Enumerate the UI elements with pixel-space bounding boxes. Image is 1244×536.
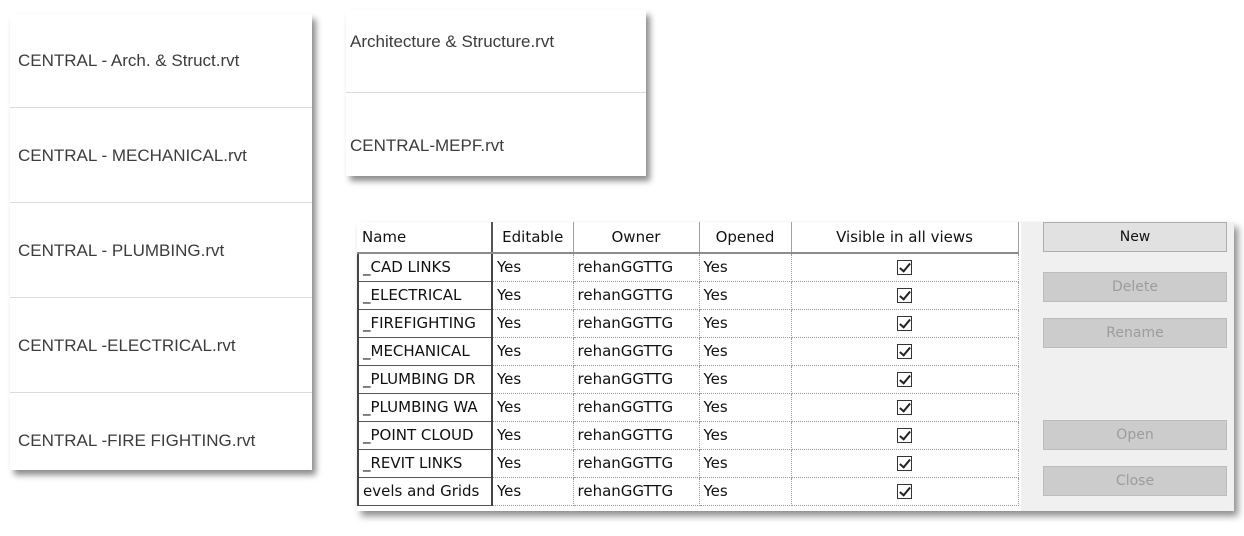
file-item[interactable]: CENTRAL -ELECTRICAL.rvt bbox=[10, 299, 312, 393]
visible-checkbox[interactable] bbox=[897, 344, 912, 359]
table-row[interactable]: _CAD LINKS Yes rehanGGTTG Yes bbox=[357, 252, 1019, 282]
opened-cell[interactable]: Yes bbox=[699, 449, 792, 478]
table-row[interactable]: evels and Grids Yes rehanGGTTG Yes bbox=[357, 476, 1019, 506]
worksets-dialog: Name Editable Owner Opened Visible in al… bbox=[357, 222, 1234, 511]
table-header-row: Name Editable Owner Opened Visible in al… bbox=[358, 222, 1019, 254]
table-row[interactable]: _PLUMBING WA Yes rehanGGTTG Yes bbox=[357, 392, 1019, 422]
table-row[interactable]: _REVIT LINKS Yes rehanGGTTG Yes bbox=[357, 448, 1019, 478]
visible-checkbox[interactable] bbox=[897, 260, 912, 276]
owner-cell[interactable]: rehanGGTTG bbox=[573, 281, 700, 310]
visible-checkbox[interactable] bbox=[897, 400, 912, 415]
owner-cell[interactable]: rehanGGTTG bbox=[573, 393, 700, 422]
table-row[interactable]: _FIREFIGHTING Yes rehanGGTTG Yes bbox=[357, 308, 1019, 338]
opened-cell[interactable]: Yes bbox=[699, 253, 792, 282]
opened-cell[interactable]: Yes bbox=[699, 365, 792, 394]
column-header-name[interactable]: Name bbox=[358, 222, 493, 254]
editable-cell[interactable]: Yes bbox=[492, 421, 574, 450]
workset-name-cell[interactable]: _PLUMBING WA bbox=[357, 392, 493, 422]
delete-button[interactable]: Delete bbox=[1043, 272, 1227, 302]
visible-cell bbox=[791, 393, 1019, 422]
workset-name-cell[interactable]: _ELECTRICAL bbox=[357, 280, 493, 310]
owner-cell[interactable]: rehanGGTTG bbox=[573, 421, 700, 450]
owner-cell[interactable]: rehanGGTTG bbox=[573, 365, 700, 394]
workset-name-cell[interactable]: evels and Grids bbox=[357, 476, 493, 506]
opened-cell[interactable]: Yes bbox=[699, 281, 792, 310]
editable-cell[interactable]: Yes bbox=[492, 337, 574, 366]
editable-cell[interactable]: Yes bbox=[492, 449, 574, 478]
visible-checkbox[interactable] bbox=[897, 372, 912, 387]
workset-name-cell[interactable]: _REVIT LINKS bbox=[357, 448, 493, 478]
opened-cell[interactable]: Yes bbox=[699, 309, 792, 338]
editable-cell[interactable]: Yes bbox=[492, 393, 574, 422]
editable-cell[interactable]: Yes bbox=[492, 365, 574, 394]
visible-cell bbox=[791, 309, 1019, 338]
owner-cell[interactable]: rehanGGTTG bbox=[573, 253, 700, 282]
file-item[interactable]: CENTRAL - Arch. & Struct.rvt bbox=[10, 14, 312, 108]
visible-cell bbox=[791, 253, 1019, 282]
worksets-table: Name Editable Owner Opened Visible in al… bbox=[357, 222, 1019, 506]
opened-cell[interactable]: Yes bbox=[699, 337, 792, 366]
visible-cell bbox=[791, 281, 1019, 310]
workset-name-cell[interactable]: _CAD LINKS bbox=[357, 252, 493, 282]
workset-name-cell[interactable]: _FIREFIGHTING bbox=[357, 308, 493, 338]
open-button[interactable]: Open bbox=[1043, 420, 1227, 450]
column-header-visible[interactable]: Visible in all views bbox=[791, 222, 1019, 254]
visible-cell bbox=[791, 421, 1019, 450]
new-button[interactable]: New bbox=[1043, 222, 1227, 252]
opened-cell[interactable]: Yes bbox=[699, 421, 792, 450]
file-item[interactable]: CENTRAL - MECHANICAL.rvt bbox=[10, 109, 312, 203]
table-row[interactable]: _POINT CLOUD Yes rehanGGTTG Yes bbox=[357, 420, 1019, 450]
table-row[interactable]: _MECHANICAL Yes rehanGGTTG Yes bbox=[357, 336, 1019, 366]
file-item[interactable]: CENTRAL - PLUMBING.rvt bbox=[10, 204, 312, 298]
workset-name-cell[interactable]: _PLUMBING DR bbox=[357, 364, 493, 394]
opened-cell[interactable]: Yes bbox=[699, 393, 792, 422]
merged-files-panel: Architecture & Structure.rvt CENTRAL-MEP… bbox=[346, 10, 646, 176]
visible-cell bbox=[791, 477, 1019, 506]
file-item[interactable]: CENTRAL-MEPF.rvt bbox=[346, 94, 646, 176]
editable-cell[interactable]: Yes bbox=[492, 309, 574, 338]
column-header-owner[interactable]: Owner bbox=[573, 222, 700, 254]
editable-cell[interactable]: Yes bbox=[492, 253, 574, 282]
workset-name-cell[interactable]: _POINT CLOUD bbox=[357, 420, 493, 450]
visible-cell bbox=[791, 449, 1019, 478]
column-header-opened[interactable]: Opened bbox=[699, 222, 792, 254]
file-item[interactable]: CENTRAL -FIRE FIGHTING.rvt bbox=[10, 394, 312, 470]
visible-cell bbox=[791, 365, 1019, 394]
column-header-editable[interactable]: Editable bbox=[492, 222, 574, 254]
owner-cell[interactable]: rehanGGTTG bbox=[573, 449, 700, 478]
visible-checkbox[interactable] bbox=[897, 484, 912, 499]
owner-cell[interactable]: rehanGGTTG bbox=[573, 309, 700, 338]
table-row[interactable]: _ELECTRICAL Yes rehanGGTTG Yes bbox=[357, 280, 1019, 310]
editable-cell[interactable]: Yes bbox=[492, 281, 574, 310]
close-button[interactable]: Close bbox=[1043, 466, 1227, 496]
visible-checkbox[interactable] bbox=[897, 316, 912, 331]
central-files-panel: CENTRAL - Arch. & Struct.rvt CENTRAL - M… bbox=[10, 14, 312, 470]
workset-name-cell[interactable]: _MECHANICAL bbox=[357, 336, 493, 366]
worksets-table-container: Name Editable Owner Opened Visible in al… bbox=[357, 222, 1021, 511]
owner-cell[interactable]: rehanGGTTG bbox=[573, 337, 700, 366]
visible-checkbox[interactable] bbox=[897, 456, 912, 471]
owner-cell[interactable]: rehanGGTTG bbox=[573, 477, 700, 506]
visible-checkbox[interactable] bbox=[897, 288, 912, 303]
visible-cell bbox=[791, 337, 1019, 366]
opened-cell[interactable]: Yes bbox=[699, 477, 792, 506]
table-row[interactable]: _PLUMBING DR Yes rehanGGTTG Yes bbox=[357, 364, 1019, 394]
file-item[interactable]: Architecture & Structure.rvt bbox=[346, 10, 646, 93]
editable-cell[interactable]: Yes bbox=[492, 477, 574, 506]
rename-button[interactable]: Rename bbox=[1043, 318, 1227, 348]
visible-checkbox[interactable] bbox=[897, 428, 912, 443]
